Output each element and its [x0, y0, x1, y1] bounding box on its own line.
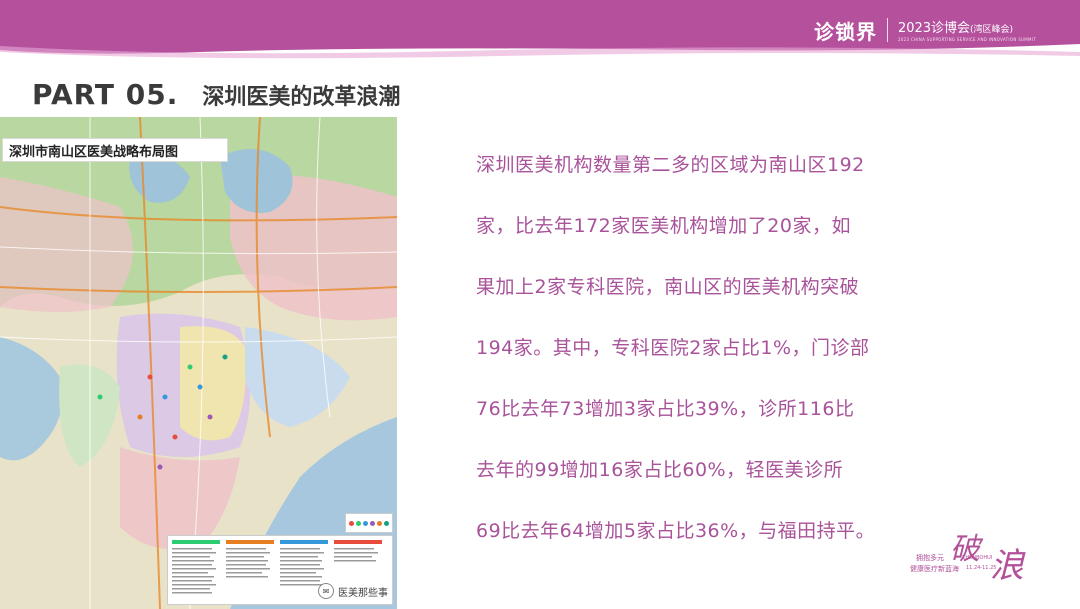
body-line: 76比去年73增加3家占比39%，诊所116比: [476, 398, 855, 420]
stamp-english: ZHENBOHUI: [962, 555, 993, 561]
body-line: 194家。其中，专科医院2家占比1%，门诊部: [476, 337, 870, 359]
map-title: 深圳市南山区医美战略布局图: [2, 138, 228, 162]
legend-dot: [384, 520, 389, 526]
event-title: 2023诊博会: [897, 20, 971, 36]
brand-divider: [886, 18, 888, 42]
event-info: 2023诊博会(湾区峰会) 2023 CHINA SUPPORTING SERV…: [898, 18, 1036, 43]
brand: 诊锁界 2023诊博会(湾区峰会) 2023 CHINA SUPPORTING …: [814, 12, 1036, 48]
legend-dot: [363, 520, 368, 526]
watermark: ✉ 医美那些事: [318, 581, 388, 601]
legend-dot: [356, 520, 361, 526]
body-line: 家，比去年172家医美机构增加了20家，如: [476, 215, 851, 237]
slide-title: PART 05. 深圳医美的改革浪潮: [32, 78, 400, 116]
body-line: 深圳医美机构数量第二多的区域为南山区192: [476, 154, 865, 176]
map-legend-dots: [345, 513, 393, 533]
watermark-text: 医美那些事: [338, 587, 388, 599]
part-number: PART 05.: [32, 78, 179, 111]
stamp-char-2: 浪: [990, 546, 1024, 586]
legend-dot: [349, 520, 354, 526]
stamp-date: 11.24-11.25: [966, 565, 997, 571]
brand-stamp: 破 浪 拥抱多元 ZHENBOHUI 健康医疗新蓝海 11.24-11.25: [906, 524, 1056, 586]
stamp-line-1: 拥抱多元: [916, 554, 944, 562]
body-line: 69比去年64增加5家占比36%，与福田持平。: [476, 520, 876, 542]
legend-dot: [377, 520, 382, 526]
header-band: 诊锁界 2023诊博会(湾区峰会) 2023 CHINA SUPPORTING …: [0, 0, 1080, 60]
body-line: 去年的99增加16家占比60%，轻医美诊所: [476, 459, 844, 481]
event-subtitle: (湾区峰会): [970, 24, 1014, 35]
body-line: 果加上2家专科医院，南山区的医美机构突破: [476, 276, 860, 298]
brand-logo: 诊锁界: [813, 19, 877, 44]
stamp-line-2: 健康医疗新蓝海: [910, 565, 959, 573]
event-english: 2023 CHINA SUPPORTING SERVICE AND INNOVA…: [897, 36, 1036, 42]
page-title: 深圳医美的改革浪潮: [202, 85, 401, 110]
legend-dot: [370, 520, 375, 526]
wechat-icon: ✉: [318, 583, 334, 599]
slide: 诊锁界 2023诊博会(湾区峰会) 2023 CHINA SUPPORTING …: [0, 0, 1080, 609]
